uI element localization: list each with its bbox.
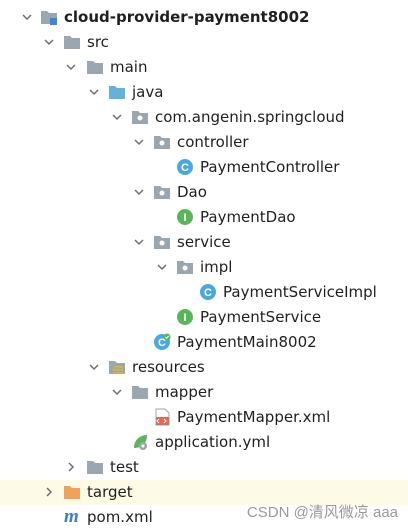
- chevron-down-icon[interactable]: [89, 87, 99, 97]
- resources-folder-icon: [108, 358, 126, 376]
- tree-item-label: PaymentServiceImpl: [223, 283, 377, 301]
- interface-icon: I: [176, 208, 194, 226]
- tree-item-label: PaymentController: [200, 158, 340, 176]
- chevron-down-icon[interactable]: [22, 12, 32, 22]
- tree-item-label: java: [132, 83, 164, 101]
- tree-item-main[interactable]: main: [0, 55, 408, 80]
- xml-file-icon: [153, 408, 171, 426]
- project-tree: cloud-provider-payment8002 src main java…: [0, 0, 408, 528]
- tree-item-label: application.yml: [155, 433, 271, 451]
- chevron-down-icon[interactable]: [112, 112, 122, 122]
- tree-item-payment-dao[interactable]: I PaymentDao: [0, 205, 408, 230]
- excluded-folder-icon: [63, 483, 81, 501]
- interface-icon: I: [176, 308, 194, 326]
- watermark: CSDN @清风微凉 aaa: [246, 504, 398, 521]
- tree-item-impl[interactable]: impl: [0, 255, 408, 280]
- module-folder-icon: [40, 8, 58, 26]
- class-icon: C: [176, 158, 194, 176]
- tree-item-resources[interactable]: resources: [0, 355, 408, 380]
- chevron-down-icon[interactable]: [157, 262, 167, 272]
- tree-item-java[interactable]: java: [0, 80, 408, 105]
- tree-item-mapper[interactable]: mapper: [0, 380, 408, 405]
- source-folder-icon: [108, 83, 126, 101]
- chevron-down-icon[interactable]: [134, 237, 144, 247]
- tree-item-label: com.angenin.springcloud: [155, 108, 345, 126]
- tree-item-label: service: [177, 233, 231, 251]
- chevron-down-icon[interactable]: [134, 187, 144, 197]
- tree-item-controller[interactable]: controller: [0, 130, 408, 155]
- folder-icon: [86, 58, 104, 76]
- tree-item-payment-controller[interactable]: C PaymentController: [0, 155, 408, 180]
- partially-hidden-row: [0, 0, 408, 4]
- tree-item-label: test: [110, 458, 139, 476]
- spring-config-icon: [131, 433, 149, 451]
- tree-item-service[interactable]: service: [0, 230, 408, 255]
- tree-item-label: impl: [200, 258, 233, 276]
- tree-item-payment-service[interactable]: I PaymentService: [0, 305, 408, 330]
- package-icon: [153, 183, 171, 201]
- package-icon: [131, 108, 149, 126]
- tree-item-label: PaymentMapper.xml: [177, 408, 331, 426]
- tree-item-label: resources: [132, 358, 205, 376]
- tree-item-test[interactable]: test: [0, 455, 408, 480]
- tree-item-label: PaymentMain8002: [177, 333, 317, 351]
- tree-item-label: pom.xml: [87, 508, 153, 526]
- tree-item-label: mapper: [155, 383, 214, 401]
- interface-badge: I: [183, 212, 186, 224]
- maven-icon: m: [63, 507, 81, 525]
- chevron-down-icon[interactable]: [89, 362, 99, 372]
- tree-item-application-yml[interactable]: application.yml: [0, 430, 408, 455]
- spring-boot-class-icon: C: [153, 333, 171, 351]
- folder-icon: [63, 33, 81, 51]
- tree-item-label: Dao: [177, 183, 207, 201]
- package-icon: [153, 233, 171, 251]
- chevron-right-icon[interactable]: [66, 462, 76, 472]
- class-icon: C: [199, 283, 217, 301]
- tree-item-payment-main[interactable]: C PaymentMain8002: [0, 330, 408, 355]
- tree-item-label: target: [87, 483, 133, 501]
- tree-item-payment-mapper-xml[interactable]: PaymentMapper.xml: [0, 405, 408, 430]
- interface-badge: I: [183, 312, 186, 324]
- package-icon: [153, 133, 171, 151]
- tree-item-label: main: [110, 58, 148, 76]
- folder-icon: [131, 383, 149, 401]
- folder-icon: [86, 458, 104, 476]
- chevron-right-icon[interactable]: [44, 487, 54, 497]
- tree-item-payment-service-impl[interactable]: C PaymentServiceImpl: [0, 280, 408, 305]
- tree-item-label: PaymentDao: [200, 208, 296, 226]
- tree-item-label: controller: [177, 133, 249, 151]
- class-badge: C: [181, 162, 189, 174]
- class-badge: C: [204, 287, 212, 299]
- chevron-down-icon[interactable]: [134, 137, 144, 147]
- chevron-down-icon[interactable]: [66, 62, 76, 72]
- tree-item-label: src: [87, 33, 109, 51]
- tree-item-dao[interactable]: Dao: [0, 180, 408, 205]
- tree-item-label: cloud-provider-payment8002: [64, 8, 310, 26]
- chevron-down-icon[interactable]: [44, 37, 54, 47]
- maven-badge: m: [64, 507, 79, 525]
- chevron-down-icon[interactable]: [112, 387, 122, 397]
- tree-item-label: PaymentService: [200, 308, 322, 326]
- package-icon: [176, 258, 194, 276]
- tree-item-src[interactable]: src: [0, 30, 408, 55]
- tree-item-package-root[interactable]: com.angenin.springcloud: [0, 105, 408, 130]
- tree-item-module[interactable]: cloud-provider-payment8002: [0, 5, 408, 30]
